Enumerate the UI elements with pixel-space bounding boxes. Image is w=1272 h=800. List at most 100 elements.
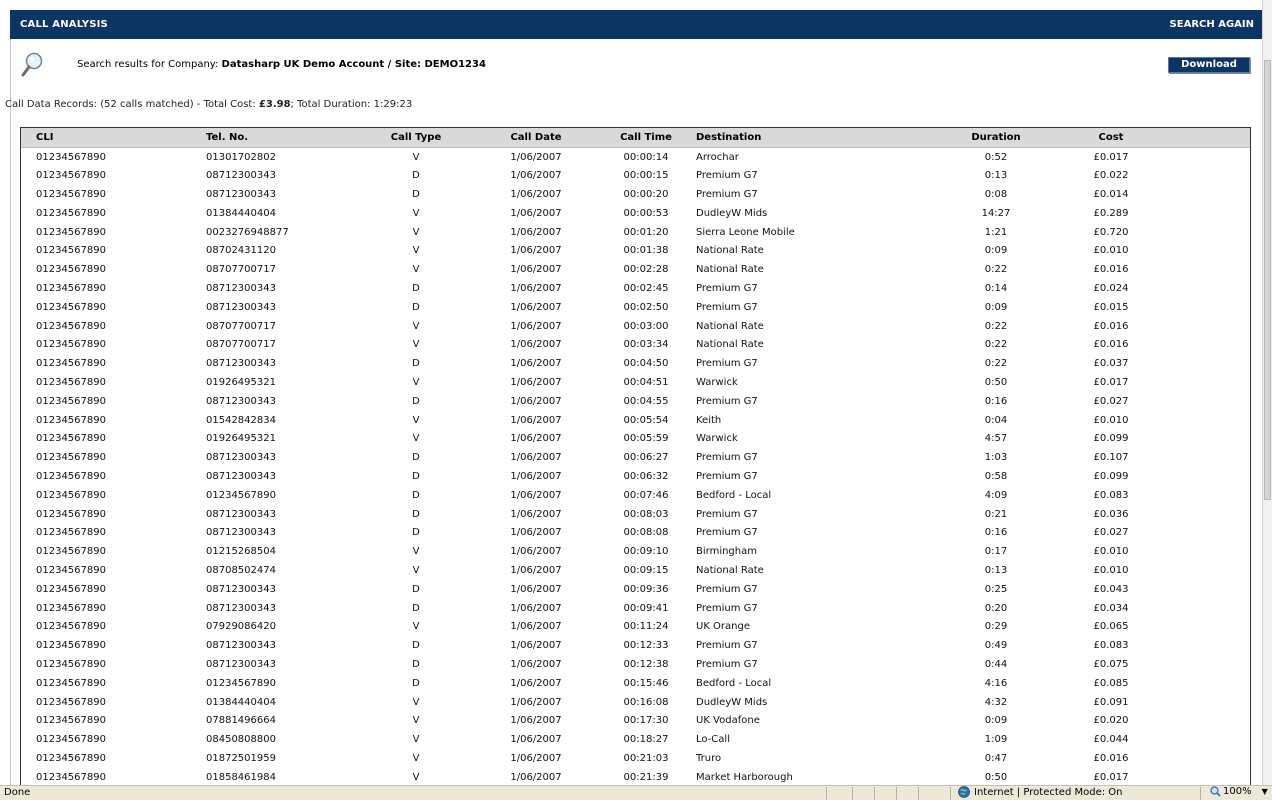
scrollbar-thumb[interactable] (1264, 60, 1271, 500)
cell-destination: Premium G7 (696, 188, 758, 200)
column-header-call-time[interactable]: Call Time (596, 127, 696, 148)
cell-tel-no: 08712300343 (206, 301, 276, 313)
column-header-duration[interactable]: Duration (936, 127, 1056, 148)
table-row: 01234567890 08707700717 V 1/06/2007 00:03:00… (21, 317, 1250, 336)
status-divider (896, 787, 897, 800)
cell-call-date: 1/06/2007 (510, 245, 562, 257)
cell-call-date: 1/06/2007 (510, 752, 562, 764)
cell-destination: Premium G7 (696, 658, 758, 670)
table-row: 01234567890 08712300343 D 1/06/2007 00:08:03… (21, 505, 1250, 524)
column-header-cost[interactable]: Cost (1056, 127, 1166, 148)
cell-destination: Premium G7 (696, 358, 758, 370)
cell-tel-no: 08712300343 (206, 170, 276, 182)
cell-cost: £0.099 (1093, 470, 1129, 482)
cell-call-date: 1/06/2007 (510, 358, 562, 370)
zoom-control[interactable]: 100% ▼ (1210, 786, 1268, 797)
header-spacer (21, 127, 36, 148)
cell-cost: £0.083 (1093, 640, 1129, 652)
page-viewport: CALL ANALYSIS SEARCH AGAIN Search result… (0, 0, 1262, 785)
column-header-call-date[interactable]: Call Date (476, 127, 596, 148)
cell-tel-no: 08712300343 (206, 508, 276, 520)
zoom-icon (1210, 786, 1221, 797)
cell-cli: 01234567890 (36, 264, 106, 276)
cell-cost: £0.037 (1093, 358, 1129, 370)
cell-cost: £0.015 (1093, 301, 1129, 313)
cell-cli: 01234567890 (36, 489, 106, 501)
cell-cli: 01234567890 (36, 696, 106, 708)
column-header-tel-no[interactable]: Tel. No. (206, 127, 356, 148)
cell-destination: Birmingham (696, 546, 757, 558)
cell-cli: 01234567890 (36, 226, 106, 238)
cell-cost: £0.016 (1093, 264, 1129, 276)
status-divider (1200, 787, 1201, 800)
cell-call-type: V (412, 151, 420, 163)
cell-tel-no: 01384440404 (206, 696, 276, 708)
cell-tel-no: 08712300343 (206, 527, 276, 539)
chevron-down-icon[interactable]: ▼ (1262, 787, 1268, 796)
cell-call-type: D (412, 677, 420, 689)
cell-tel-no: 07929086420 (206, 621, 276, 633)
cell-cli: 01234567890 (36, 433, 106, 445)
cell-cost: £0.014 (1093, 188, 1129, 200)
cell-call-time: 00:18:27 (623, 734, 669, 746)
cell-call-date: 1/06/2007 (510, 395, 562, 407)
cell-call-date: 1/06/2007 (510, 301, 562, 313)
row-spacer-end (1166, 523, 1250, 542)
cell-cost: £0.027 (1093, 395, 1129, 407)
cell-cli: 01234567890 (36, 207, 106, 219)
cell-duration: 0:16 (984, 395, 1008, 407)
column-header-call-type[interactable]: Call Type (356, 127, 476, 148)
cell-tel-no: 01926495321 (206, 433, 276, 445)
status-divider (826, 787, 827, 800)
cell-cost: £0.010 (1093, 564, 1129, 576)
cell-call-type: D (412, 640, 420, 652)
cell-call-type: D (412, 358, 420, 370)
cell-call-type: D (412, 282, 420, 294)
row-spacer (21, 486, 36, 505)
cell-destination: Premium G7 (696, 282, 758, 294)
column-header-destination[interactable]: Destination (696, 127, 936, 148)
search-description: Search results for Company: Datasharp UK… (77, 59, 486, 70)
table-row: 01234567890 01872501959 V 1/06/2007 00:21:03… (21, 749, 1250, 768)
call-records-table: CLI Tel. No. Call Type Call Date Call Ti… (20, 127, 1251, 785)
column-header-cli[interactable]: CLI (36, 127, 206, 148)
cell-cost: £0.020 (1093, 715, 1129, 727)
cell-call-type: D (412, 301, 420, 313)
cell-duration: 4:57 (984, 433, 1008, 445)
table-row: 01234567890 07881496664 V 1/06/2007 00:17:30… (21, 711, 1250, 730)
cell-cost: £0.017 (1093, 151, 1129, 163)
cell-cli: 01234567890 (36, 376, 106, 388)
row-spacer-end (1166, 486, 1250, 505)
vertical-scrollbar[interactable] (1262, 0, 1272, 785)
cell-call-type: V (412, 339, 420, 351)
cell-cli: 01234567890 (36, 564, 106, 576)
cell-cost: £0.017 (1093, 771, 1129, 783)
cell-cost: £0.036 (1093, 508, 1129, 520)
cell-cost: £0.022 (1093, 170, 1129, 182)
row-spacer-end (1166, 730, 1250, 749)
cell-duration: 0:44 (984, 658, 1008, 670)
table-row: 01234567890 01858461984 V 1/06/2007 00:21:39… (21, 768, 1250, 785)
row-spacer-end (1166, 768, 1250, 785)
row-spacer (21, 241, 36, 260)
cell-call-type: V (412, 414, 420, 426)
cell-duration: 0:13 (984, 564, 1008, 576)
security-zone[interactable]: Internet | Protected Mode: On (958, 786, 1122, 798)
status-text: Done (4, 787, 31, 798)
search-again-link[interactable]: SEARCH AGAIN (1170, 19, 1254, 30)
cell-tel-no: 01301702802 (206, 151, 276, 163)
row-spacer (21, 204, 36, 223)
cell-cli: 01234567890 (36, 677, 106, 689)
cell-destination: Premium G7 (696, 583, 758, 595)
row-spacer (21, 467, 36, 486)
cell-destination: Premium G7 (696, 470, 758, 482)
download-button[interactable]: Download (1168, 57, 1250, 73)
cell-destination: National Rate (696, 339, 764, 351)
cell-call-time: 00:11:24 (623, 621, 669, 633)
cell-cost: £0.016 (1093, 320, 1129, 332)
cell-destination: Premium G7 (696, 508, 758, 520)
cell-call-type: V (412, 771, 420, 783)
cell-destination: Premium G7 (696, 602, 758, 614)
cell-call-time: 00:06:32 (623, 470, 669, 482)
row-spacer-end (1166, 373, 1250, 392)
